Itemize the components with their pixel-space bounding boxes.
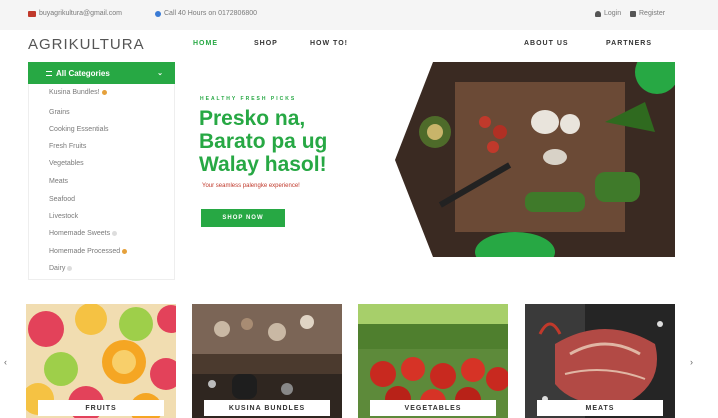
carousel-next-icon[interactable]: › xyxy=(690,357,693,367)
category-item[interactable]: Cooking Essentials xyxy=(49,126,109,133)
category-item[interactable]: Meats xyxy=(49,178,68,185)
hero-subtitle: Your seamless palengke experience! xyxy=(202,183,300,189)
hero-image xyxy=(395,62,675,257)
card-meats[interactable]: MEATS xyxy=(525,304,675,418)
all-categories-label: All Categories xyxy=(56,68,110,78)
shop-now-button[interactable]: SHOP NOW xyxy=(201,209,285,227)
badge-icon xyxy=(112,230,118,236)
contact-phone-text: Call 40 Hours on 0172806800 xyxy=(164,10,258,17)
hero-title: Presko na, Barato pa ug Walay hasol! xyxy=(199,107,328,176)
carousel-prev-icon[interactable]: ‹ xyxy=(4,357,7,367)
login-link[interactable]: Login xyxy=(595,10,621,17)
category-item[interactable]: Grains xyxy=(49,109,70,116)
login-label: Login xyxy=(604,10,622,17)
card-fruits[interactable]: FRUITS xyxy=(26,304,176,418)
contact-email[interactable]: buyagrikultura@gmail.com xyxy=(28,10,122,17)
contact-phone: Call 40 Hours on 0172806800 xyxy=(155,10,257,17)
menu-icon xyxy=(46,70,52,76)
nav-shop[interactable]: SHOP xyxy=(254,40,278,47)
hero-kicker: HEALTHY FRESH PICKS xyxy=(200,96,297,102)
phone-icon xyxy=(155,10,161,17)
category-item[interactable]: Homemade Sweets xyxy=(49,230,118,237)
category-item[interactable]: Seafood xyxy=(49,196,75,203)
mail-icon xyxy=(28,10,36,17)
card-meats-label: MEATS xyxy=(537,400,663,416)
contact-email-text: buyagrikultura@gmail.com xyxy=(39,10,122,17)
category-item[interactable]: Fresh Fruits xyxy=(49,143,86,150)
badge-icon xyxy=(122,248,128,254)
card-vegetables-label: VEGETABLES xyxy=(370,400,496,416)
register-icon xyxy=(630,10,636,17)
category-list: Kusina Bundles! Grains Cooking Essential… xyxy=(28,84,175,280)
card-fruits-label: FRUITS xyxy=(38,400,164,416)
category-item[interactable]: Vegetables xyxy=(49,160,84,167)
site-logo[interactable]: AGRIKULTURA xyxy=(28,36,145,53)
category-item[interactable]: Kusina Bundles! xyxy=(49,89,107,96)
register-link[interactable]: Register xyxy=(630,10,665,17)
category-item[interactable]: Livestock xyxy=(49,213,78,220)
category-item[interactable]: Homemade Processed xyxy=(49,248,128,255)
chevron-down-icon: ⌄ xyxy=(157,70,163,77)
nav-how-to[interactable]: HOW TO! xyxy=(310,40,348,47)
nav-partners[interactable]: PARTNERS xyxy=(606,40,652,47)
all-categories-toggle[interactable]: All Categories ⌄ xyxy=(28,62,175,84)
nav-home[interactable]: HOME xyxy=(193,40,218,47)
badge-icon xyxy=(67,265,73,271)
card-vegetables[interactable]: VEGETABLES xyxy=(358,304,508,418)
nav-about-us[interactable]: ABOUT US xyxy=(524,40,569,47)
category-item[interactable]: Dairy xyxy=(49,265,73,272)
register-label: Register xyxy=(639,10,666,17)
top-bar: buyagrikultura@gmail.com Call 40 Hours o… xyxy=(0,0,718,30)
card-kusina-bundles[interactable]: KUSINA BUNDLES xyxy=(192,304,342,418)
user-icon xyxy=(595,10,601,17)
badge-icon xyxy=(101,89,107,95)
card-kusina-bundles-label: KUSINA BUNDLES xyxy=(204,400,330,416)
